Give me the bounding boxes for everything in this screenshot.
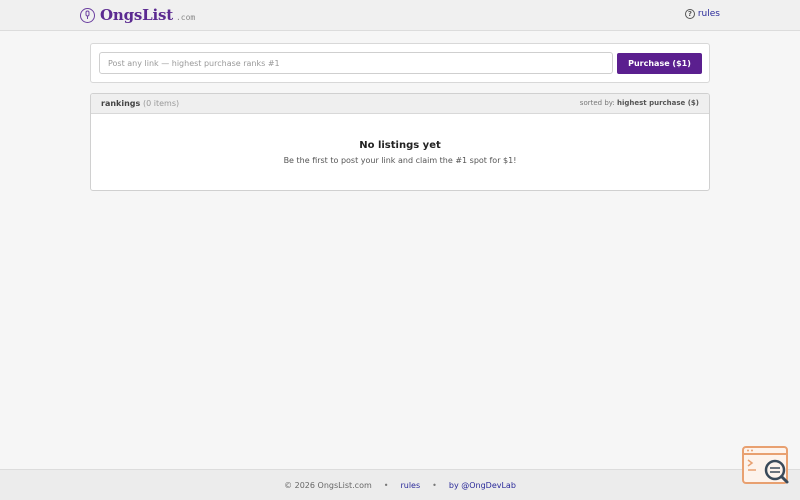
- site-header: OngsList .com ? rules: [0, 0, 800, 31]
- purchase-button[interactable]: Purchase ($1): [617, 53, 702, 74]
- sort-value: highest purchase ($): [617, 99, 699, 107]
- footer-separator: •: [383, 480, 389, 490]
- empty-state-title: No listings yet: [359, 140, 441, 151]
- empty-state-subtitle: Be the first to post your link and claim…: [283, 156, 517, 165]
- help-circle-icon: ?: [684, 9, 695, 19]
- footer-separator: •: [432, 480, 437, 490]
- rankings-title: rankings: [101, 99, 141, 108]
- search-code-icon: [742, 446, 789, 484]
- link-input[interactable]: [99, 52, 613, 74]
- site-logo[interactable]: OngsList .com: [80, 6, 195, 24]
- footer-author-link[interactable]: by @OngDevLab: [449, 481, 516, 490]
- microphone-icon: [80, 7, 95, 23]
- sort-label: sorted by:: [579, 99, 615, 107]
- sort-indicator: sorted by: highest purchase ($): [580, 99, 699, 107]
- site-footer: © 2026 OngsList.com • rules • by @OngDev…: [0, 469, 800, 500]
- footer-rules-link[interactable]: rules: [400, 481, 420, 490]
- rankings-count: (0 items): [143, 99, 180, 108]
- copyright-text: © 2026 OngsList.com: [284, 480, 372, 490]
- rankings-panel: rankings (0 items) sorted by: highest pu…: [90, 93, 710, 191]
- rules-link-label: rules: [697, 9, 720, 19]
- brand-tld: .com: [175, 13, 196, 22]
- search-code-widget[interactable]: [742, 445, 790, 487]
- post-link-form: Purchase ($1): [90, 43, 710, 83]
- rules-link[interactable]: ? rules: [684, 9, 720, 19]
- rankings-header: rankings (0 items) sorted by: highest pu…: [91, 94, 709, 114]
- brand-name: OngsList: [100, 6, 173, 24]
